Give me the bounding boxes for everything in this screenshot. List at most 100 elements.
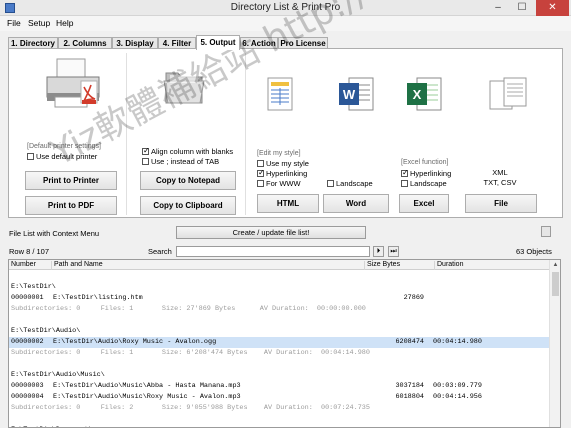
row-counter: Row 8 / 107 [9, 247, 50, 256]
printer-group: [Default printer settings] Use default p… [15, 53, 127, 215]
use-default-printer-checkbox[interactable]: Use default printer [27, 152, 97, 161]
list-options-button[interactable] [541, 226, 551, 237]
directory-row[interactable]: E:\TestDir\Audio\Music\ [9, 370, 549, 381]
hyperlinking-checkbox[interactable]: Hyperlinking [257, 168, 307, 178]
checkbox-label: Landscape [336, 179, 373, 188]
excel-icon: X [405, 75, 443, 113]
menu-setup[interactable]: Setup [28, 18, 50, 28]
cell-size: 6018804 [395, 393, 424, 401]
summary-row[interactable]: Subdirectories: 0 Files: 2 Size: 9'055'9… [9, 403, 549, 414]
checkbox-box [257, 168, 265, 178]
checkbox-label: Use default printer [36, 152, 98, 161]
excel-landscape-checkbox[interactable]: Landscape [401, 179, 447, 188]
column-duration[interactable]: Duration [434, 261, 463, 270]
output-panel: [Default printer settings] Use default p… [8, 48, 563, 218]
directory-row[interactable]: E:\TestDir\ [9, 282, 549, 293]
checkbox-label: Use my style [266, 159, 309, 168]
cell-path: E:\TestDir\listing.htm [53, 294, 143, 302]
row-text: Subdirectories: 0 Files: 1 Size: 6'208'4… [11, 349, 370, 357]
for-www-checkbox[interactable]: For WWW [257, 179, 301, 188]
word-button[interactable]: Word [323, 194, 389, 213]
copy-to-notepad-button[interactable]: Copy to Notepad [140, 171, 236, 190]
printer-pdf-icon [43, 57, 103, 109]
summary-row[interactable]: Subdirectories: 0 Files: 1 Size: 27'869 … [9, 304, 549, 315]
table-row[interactable]: 00000002 E:\TestDir\Audio\Roxy Music - Av… [9, 337, 549, 348]
title-bar: Directory List & Print Pro – ☐ ✕ [0, 0, 571, 16]
excel-hyperlinking-checkbox[interactable]: Hyperlinking [401, 168, 451, 178]
excel-button[interactable]: Excel [399, 194, 449, 213]
menu-file[interactable]: File [7, 18, 21, 28]
minimize-button[interactable]: – [486, 0, 510, 16]
checkbox-box [257, 180, 264, 187]
html-table-icon [267, 77, 293, 111]
scroll-up-icon[interactable]: ▲ [551, 261, 560, 270]
close-button[interactable]: ✕ [536, 0, 569, 16]
landscape-checkbox[interactable]: Landscape [327, 179, 373, 188]
use-semicolon-checkbox[interactable]: Use ; instead of TAB [142, 157, 219, 166]
column-number[interactable]: Number [9, 261, 36, 270]
list-header: Number Path and Name Size Bytes Duration [9, 260, 549, 270]
vertical-scrollbar[interactable]: ▲ [549, 260, 560, 427]
cell-number: 00000001 [11, 294, 44, 302]
menu-help[interactable]: Help [56, 18, 73, 28]
context-menu-label: File List with Context Menu [9, 229, 100, 238]
checkbox-label: Use ; instead of TAB [151, 157, 220, 166]
maximize-button[interactable]: ☐ [510, 0, 534, 16]
file-list-area: File List with Context Menu Create / upd… [0, 222, 571, 428]
directory-row[interactable]: E:\TestDir\Audio\ [9, 326, 549, 337]
blank-row [9, 414, 549, 425]
blank-row [9, 359, 549, 370]
html-button[interactable]: HTML [257, 194, 319, 213]
align-columns-checkbox[interactable]: Align column with blanks [142, 146, 234, 156]
excel-function-label[interactable]: [Excel function] [401, 159, 448, 166]
print-to-printer-button[interactable]: Print to Printer [25, 171, 117, 190]
checkbox-box [327, 180, 334, 187]
edit-my-style-label[interactable]: [Edit my style] [257, 150, 301, 157]
checkbox-box [142, 158, 149, 165]
search-label: Search [148, 247, 172, 256]
use-my-style-checkbox[interactable]: Use my style [257, 159, 309, 168]
clipboard-group: Align column with blanks Use ; instead o… [134, 53, 246, 215]
checkbox-box [401, 180, 408, 187]
checkbox-label: For WWW [266, 179, 301, 188]
cell-path: E:\TestDir\Audio\Roxy Music - Avalon.ogg [53, 338, 217, 346]
file-list[interactable]: Number Path and Name Size Bytes Duration… [8, 259, 561, 428]
search-next-button[interactable]: ⏵ [373, 246, 384, 257]
table-row[interactable]: 00000001 E:\TestDir\listing.htm 27869 [9, 293, 549, 304]
checkbox-box [27, 153, 34, 160]
cell-number: 00000004 [11, 393, 44, 401]
search-last-button[interactable]: ⏭ [388, 246, 399, 257]
menu-bar: File Setup Help [0, 16, 571, 31]
file-types-label: XML TXT, CSV [483, 168, 517, 187]
file-button[interactable]: File [465, 194, 537, 213]
scroll-thumb[interactable] [552, 272, 559, 296]
tab-output[interactable]: 5. Output [196, 35, 240, 50]
word-icon: W [337, 75, 375, 113]
blank-row [9, 315, 549, 326]
folder-icon [162, 67, 206, 107]
row-text: Subdirectories: 0 Files: 2 Size: 9'055'9… [11, 404, 370, 412]
object-count: 63 Objects [516, 247, 552, 256]
checkbox-box [257, 160, 264, 167]
svg-text:X: X [413, 87, 422, 102]
column-path[interactable]: Path and Name [51, 261, 103, 270]
cell-path: E:\TestDir\Audio\Music\Abba - Hasta Mana… [53, 382, 241, 390]
checkbox-box [142, 146, 150, 156]
row-text: E:\TestDir\Audio\ [11, 327, 81, 335]
checkbox-label: Landscape [410, 179, 447, 188]
svg-text:W: W [343, 87, 356, 102]
cell-number: 00000002 [11, 338, 44, 346]
checkbox-label: Align column with blanks [151, 147, 234, 156]
search-input[interactable] [176, 246, 370, 257]
xml-csv-icon [489, 77, 529, 113]
row-text: E:\TestDir\Audio\Music\ [11, 371, 105, 379]
table-row[interactable]: 00000003 E:\TestDir\Audio\Music\Abba - Ha… [9, 381, 549, 392]
copy-to-clipboard-button[interactable]: Copy to Clipboard [140, 196, 236, 215]
print-to-pdf-button[interactable]: Print to PDF [25, 196, 117, 215]
table-row[interactable]: 00000004 E:\TestDir\Audio\Music\Roxy Musi… [9, 392, 549, 403]
column-size[interactable]: Size Bytes [364, 261, 400, 270]
summary-row[interactable]: Subdirectories: 0 Files: 1 Size: 6'208'4… [9, 348, 549, 359]
create-file-list-button[interactable]: Create / update file list! [176, 226, 366, 239]
cell-size: 3037184 [395, 382, 424, 390]
checkbox-box [401, 168, 409, 178]
